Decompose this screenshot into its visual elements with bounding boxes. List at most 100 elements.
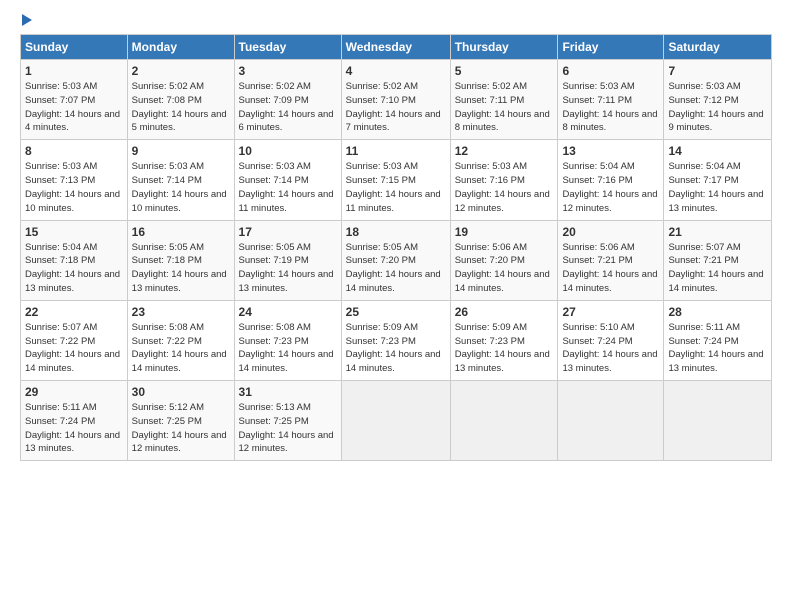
day-number: 28 [668,305,767,319]
calendar-cell: 17 Sunrise: 5:05 AMSunset: 7:19 PMDayligh… [234,220,341,300]
calendar-cell: 6 Sunrise: 5:03 AMSunset: 7:11 PMDaylight… [558,60,664,140]
cell-sunrise: Sunrise: 5:13 AMSunset: 7:25 PMDaylight:… [239,402,334,454]
calendar-cell: 5Sunrise: 5:02 AMSunset: 7:11 PMDaylight… [450,60,558,140]
calendar-cell: 25Sunrise: 5:09 AMSunset: 7:23 PMDayligh… [341,300,450,380]
calendar-page: SundayMondayTuesdayWednesdayThursdayFrid… [0,0,792,612]
cell-sunrise: Sunrise: 5:03 AMSunset: 7:07 PMDaylight:… [25,81,120,133]
calendar-cell: 28 Sunrise: 5:11 AMSunset: 7:24 PMDayligh… [664,300,772,380]
page-header [20,16,772,26]
calendar-cell: 3 Sunrise: 5:02 AMSunset: 7:09 PMDaylight… [234,60,341,140]
cell-sunrise: Sunrise: 5:07 AMSunset: 7:22 PMDaylight:… [25,322,120,374]
day-of-week-header: Wednesday [341,35,450,60]
cell-sunrise: Sunrise: 5:08 AMSunset: 7:23 PMDaylight:… [239,322,334,374]
calendar-cell: 15 Sunrise: 5:04 AMSunset: 7:18 PMDayligh… [21,220,128,300]
calendar-cell: 12 Sunrise: 5:03 AMSunset: 7:16 PMDayligh… [450,140,558,220]
calendar-cell: 8Sunrise: 5:03 AMSunset: 7:13 PMDaylight… [21,140,128,220]
calendar-header-row: SundayMondayTuesdayWednesdayThursdayFrid… [21,35,772,60]
calendar-cell: 14 Sunrise: 5:04 AMSunset: 7:17 PMDayligh… [664,140,772,220]
calendar-cell: 22 Sunrise: 5:07 AMSunset: 7:22 PMDayligh… [21,300,128,380]
day-number: 17 [239,225,337,239]
logo [20,16,32,26]
calendar-cell: 27Sunrise: 5:10 AMSunset: 7:24 PMDayligh… [558,300,664,380]
cell-sunrise: Sunrise: 5:04 AMSunset: 7:18 PMDaylight:… [25,242,120,294]
day-number: 16 [132,225,230,239]
calendar-cell [341,381,450,461]
cell-sunrise: Sunrise: 5:12 AMSunset: 7:25 PMDaylight:… [132,402,227,454]
calendar-week-row: 29 Sunrise: 5:11 AMSunset: 7:24 PMDayligh… [21,381,772,461]
calendar-cell: 20 Sunrise: 5:06 AMSunset: 7:21 PMDayligh… [558,220,664,300]
day-of-week-header: Saturday [664,35,772,60]
day-number: 1 [25,64,123,78]
calendar-cell: 26Sunrise: 5:09 AMSunset: 7:23 PMDayligh… [450,300,558,380]
day-number: 2 [132,64,230,78]
cell-sunrise: Sunrise: 5:11 AMSunset: 7:24 PMDaylight:… [668,322,763,374]
calendar-table: SundayMondayTuesdayWednesdayThursdayFrid… [20,34,772,461]
day-number: 24 [239,305,337,319]
cell-sunrise: Sunrise: 5:04 AMSunset: 7:17 PMDaylight:… [668,161,763,213]
day-number: 13 [562,144,659,158]
cell-sunrise: Sunrise: 5:11 AMSunset: 7:24 PMDaylight:… [25,402,120,454]
cell-sunrise: Sunrise: 5:08 AMSunset: 7:22 PMDaylight:… [132,322,227,374]
day-number: 15 [25,225,123,239]
day-of-week-header: Thursday [450,35,558,60]
cell-sunrise: Sunrise: 5:06 AMSunset: 7:21 PMDaylight:… [562,242,657,294]
cell-sunrise: Sunrise: 5:02 AMSunset: 7:09 PMDaylight:… [239,81,334,133]
day-number: 20 [562,225,659,239]
cell-sunrise: Sunrise: 5:03 AMSunset: 7:12 PMDaylight:… [668,81,763,133]
calendar-cell: 24 Sunrise: 5:08 AMSunset: 7:23 PMDayligh… [234,300,341,380]
calendar-cell: 2 Sunrise: 5:02 AMSunset: 7:08 PMDaylight… [127,60,234,140]
calendar-cell: 7 Sunrise: 5:03 AMSunset: 7:12 PMDaylight… [664,60,772,140]
cell-sunrise: Sunrise: 5:03 AMSunset: 7:11 PMDaylight:… [562,81,657,133]
calendar-cell: 18Sunrise: 5:05 AMSunset: 7:20 PMDayligh… [341,220,450,300]
calendar-cell: 19 Sunrise: 5:06 AMSunset: 7:20 PMDayligh… [450,220,558,300]
calendar-week-row: 15 Sunrise: 5:04 AMSunset: 7:18 PMDayligh… [21,220,772,300]
cell-sunrise: Sunrise: 5:03 AMSunset: 7:16 PMDaylight:… [455,161,550,213]
day-number: 10 [239,144,337,158]
day-number: 30 [132,385,230,399]
logo-arrow-icon [22,14,32,26]
day-number: 9 [132,144,230,158]
calendar-cell: 4 Sunrise: 5:02 AMSunset: 7:10 PMDaylight… [341,60,450,140]
cell-sunrise: Sunrise: 5:05 AMSunset: 7:19 PMDaylight:… [239,242,334,294]
calendar-cell [558,381,664,461]
calendar-cell: 9 Sunrise: 5:03 AMSunset: 7:14 PMDaylight… [127,140,234,220]
day-number: 7 [668,64,767,78]
cell-sunrise: Sunrise: 5:07 AMSunset: 7:21 PMDaylight:… [668,242,763,294]
cell-sunrise: Sunrise: 5:09 AMSunset: 7:23 PMDaylight:… [455,322,550,374]
day-number: 21 [668,225,767,239]
day-number: 22 [25,305,123,319]
calendar-cell: 11 Sunrise: 5:03 AMSunset: 7:15 PMDayligh… [341,140,450,220]
calendar-cell [450,381,558,461]
calendar-cell: 23Sunrise: 5:08 AMSunset: 7:22 PMDayligh… [127,300,234,380]
day-of-week-header: Sunday [21,35,128,60]
day-number: 3 [239,64,337,78]
cell-sunrise: Sunrise: 5:04 AMSunset: 7:16 PMDaylight:… [562,161,657,213]
cell-sunrise: Sunrise: 5:03 AMSunset: 7:14 PMDaylight:… [132,161,227,213]
day-number: 29 [25,385,123,399]
calendar-cell: 31Sunrise: 5:13 AMSunset: 7:25 PMDayligh… [234,381,341,461]
calendar-week-row: 22 Sunrise: 5:07 AMSunset: 7:22 PMDayligh… [21,300,772,380]
day-number: 5 [455,64,554,78]
day-number: 18 [346,225,446,239]
calendar-cell [664,381,772,461]
day-of-week-header: Tuesday [234,35,341,60]
cell-sunrise: Sunrise: 5:06 AMSunset: 7:20 PMDaylight:… [455,242,550,294]
day-number: 14 [668,144,767,158]
day-number: 25 [346,305,446,319]
calendar-cell: 21 Sunrise: 5:07 AMSunset: 7:21 PMDayligh… [664,220,772,300]
day-number: 12 [455,144,554,158]
day-number: 11 [346,144,446,158]
calendar-cell: 29 Sunrise: 5:11 AMSunset: 7:24 PMDayligh… [21,381,128,461]
calendar-week-row: 8Sunrise: 5:03 AMSunset: 7:13 PMDaylight… [21,140,772,220]
cell-sunrise: Sunrise: 5:02 AMSunset: 7:08 PMDaylight:… [132,81,227,133]
cell-sunrise: Sunrise: 5:03 AMSunset: 7:13 PMDaylight:… [25,161,120,213]
calendar-cell: 16Sunrise: 5:05 AMSunset: 7:18 PMDayligh… [127,220,234,300]
day-of-week-header: Monday [127,35,234,60]
cell-sunrise: Sunrise: 5:10 AMSunset: 7:24 PMDaylight:… [562,322,657,374]
cell-sunrise: Sunrise: 5:02 AMSunset: 7:10 PMDaylight:… [346,81,441,133]
calendar-cell: 10Sunrise: 5:03 AMSunset: 7:14 PMDayligh… [234,140,341,220]
day-number: 19 [455,225,554,239]
day-number: 6 [562,64,659,78]
day-number: 4 [346,64,446,78]
cell-sunrise: Sunrise: 5:03 AMSunset: 7:15 PMDaylight:… [346,161,441,213]
